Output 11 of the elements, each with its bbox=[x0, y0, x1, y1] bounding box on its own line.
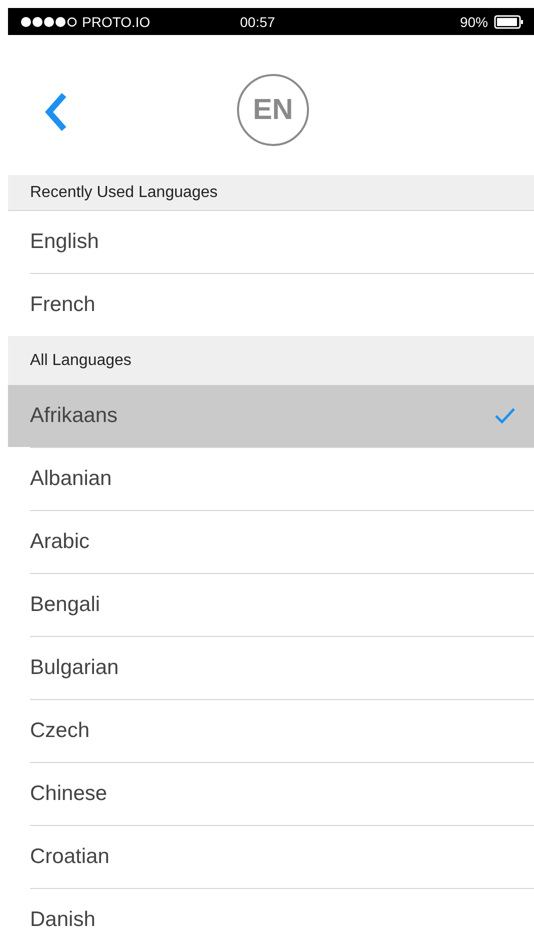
section-header: Recently Used Languages bbox=[8, 175, 534, 211]
chevron-left-icon bbox=[44, 92, 68, 132]
carrier-name: PROTO.IO bbox=[82, 14, 150, 30]
language-item[interactable]: Afrikaans bbox=[8, 385, 534, 447]
section-header: All Languages bbox=[8, 336, 534, 385]
battery-icon bbox=[494, 14, 524, 28]
battery-percent: 90% bbox=[460, 14, 488, 30]
language-badge: EN bbox=[237, 74, 309, 146]
status-time: 00:57 bbox=[240, 14, 276, 30]
signal-strength-icon bbox=[20, 16, 78, 28]
checkmark-icon bbox=[494, 407, 516, 425]
